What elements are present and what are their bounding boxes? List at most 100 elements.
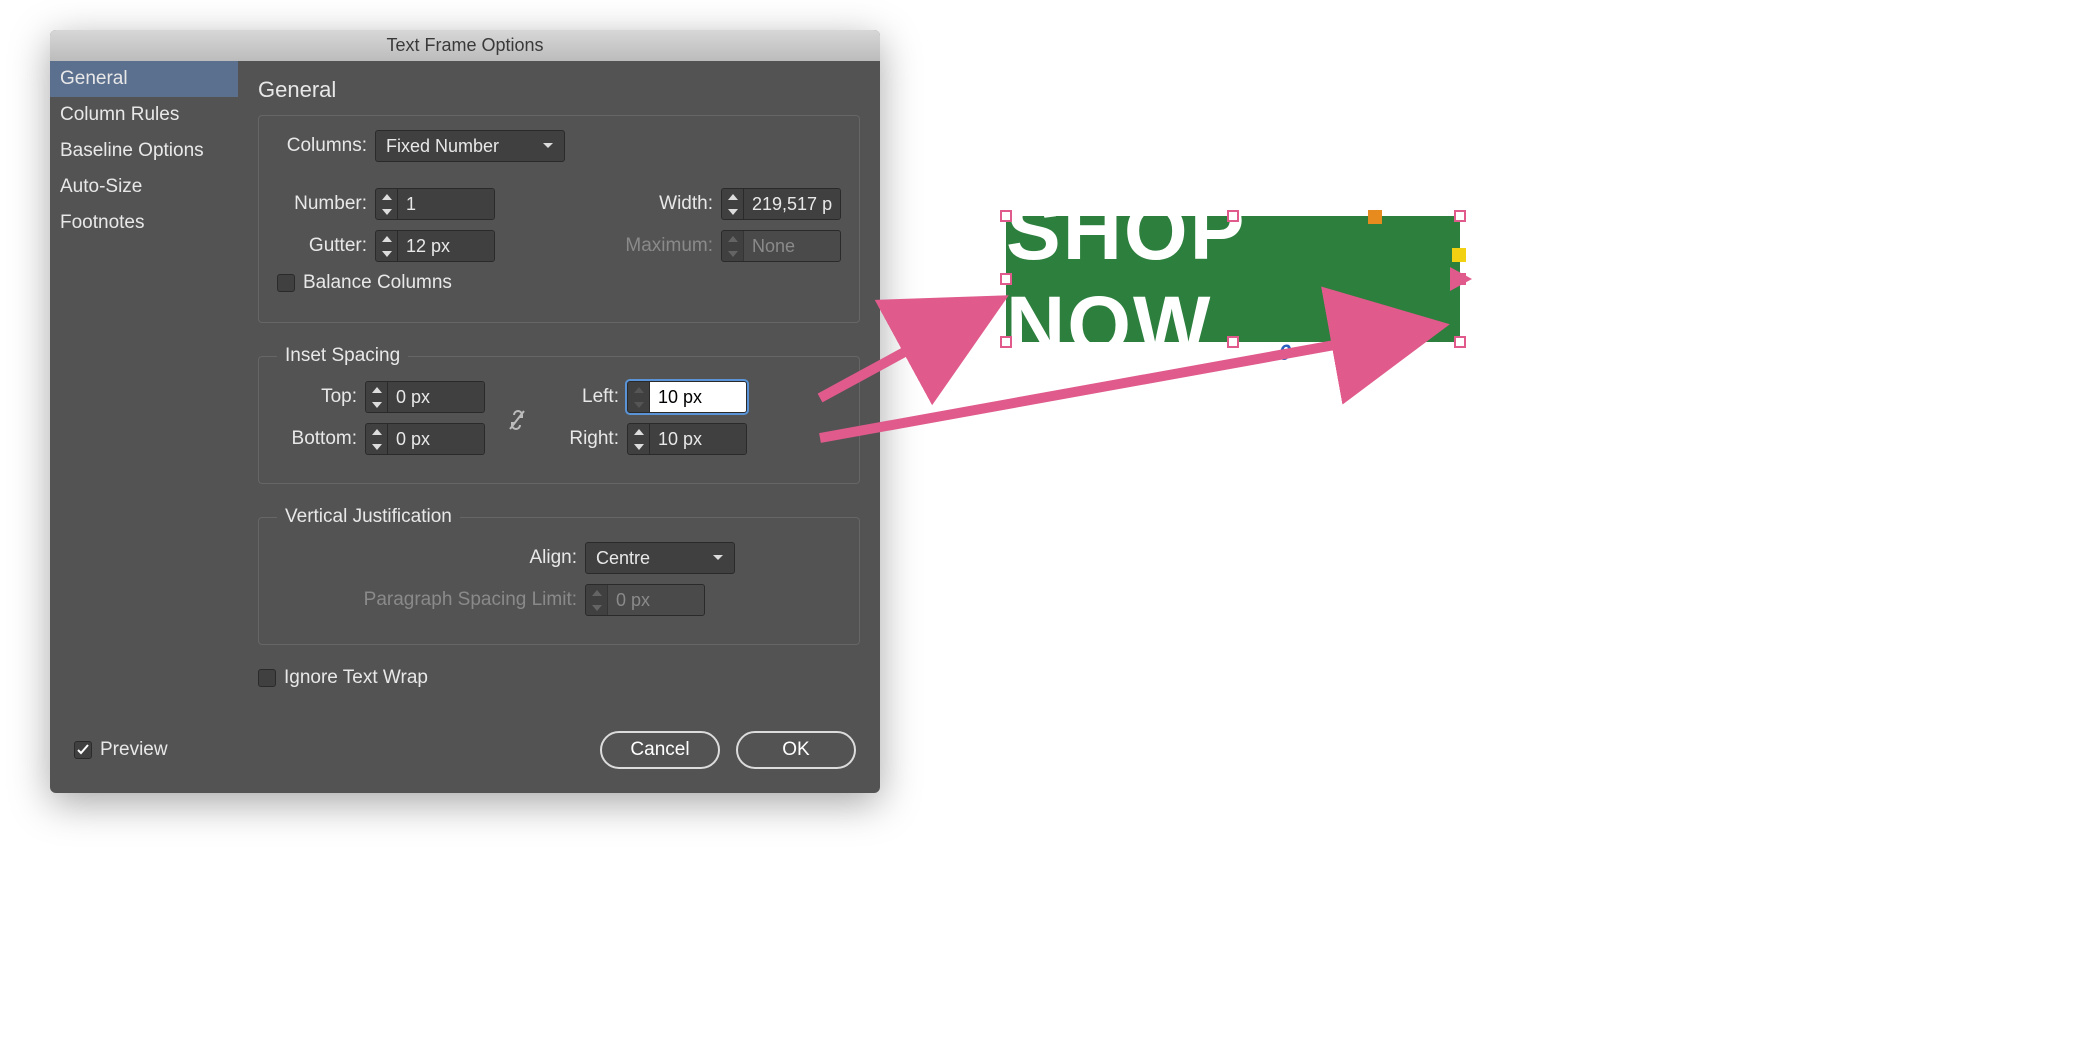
chevron-up-icon[interactable] (722, 189, 743, 204)
chevron-down-icon[interactable] (376, 204, 397, 219)
columns-label: Columns: (277, 135, 367, 157)
checkbox-box[interactable] (258, 669, 276, 687)
selection-handle[interactable] (1227, 336, 1239, 348)
right-label: Right: (549, 428, 619, 450)
chevron-up-icon[interactable] (376, 231, 397, 246)
align-label: Align: (277, 547, 577, 569)
cancel-button[interactable]: Cancel (600, 731, 720, 769)
thread-badge: 0 (1279, 340, 1291, 366)
stepper-buttons[interactable] (376, 189, 398, 219)
selection-handle[interactable] (1454, 336, 1466, 348)
overset-arrow-icon (1450, 267, 1472, 291)
dialog-title: Text Frame Options (50, 30, 880, 61)
reference-point-icon[interactable] (1368, 210, 1382, 224)
chevron-down-icon[interactable] (722, 204, 743, 219)
canvas-preview: SHOP NOW 0 (1000, 210, 1480, 348)
chevron-up-icon[interactable] (628, 382, 649, 397)
columns-group: Columns: Fixed Number Number: (258, 115, 860, 323)
inset-legend: Inset Spacing (277, 345, 408, 367)
link-unlinked-icon[interactable] (507, 408, 527, 438)
selection-handle[interactable] (1454, 210, 1466, 222)
balance-columns-label: Balance Columns (303, 272, 452, 294)
chevron-down-icon (712, 552, 724, 564)
inset-spacing-group: Inset Spacing Top: (258, 345, 860, 484)
selection-handle[interactable] (1000, 210, 1012, 222)
left-label: Left: (549, 386, 619, 408)
selection-handle[interactable] (1000, 273, 1012, 285)
sidebar-item-baseline-options[interactable]: Baseline Options (50, 133, 238, 169)
width-stepper[interactable] (721, 188, 841, 220)
selection-handle[interactable] (1000, 336, 1012, 348)
number-label: Number: (277, 193, 367, 215)
sidebar-item-footnotes[interactable]: Footnotes (50, 205, 238, 241)
stepper-buttons[interactable] (376, 231, 398, 261)
inset-top-stepper[interactable] (365, 381, 485, 413)
chevron-up-icon[interactable] (366, 424, 387, 439)
chevron-up-icon (586, 585, 607, 600)
stepper-buttons[interactable] (366, 424, 388, 454)
top-label: Top: (277, 386, 357, 408)
inset-left-stepper[interactable] (627, 381, 747, 413)
align-value: Centre (596, 548, 650, 569)
number-stepper[interactable] (375, 188, 495, 220)
checkbox-box[interactable] (277, 274, 295, 292)
check-icon (77, 744, 89, 756)
balance-columns-checkbox[interactable]: Balance Columns (277, 272, 452, 294)
chevron-down-icon[interactable] (628, 397, 649, 412)
chevron-down-icon[interactable] (366, 439, 387, 454)
width-input[interactable] (744, 189, 840, 219)
preview-label: Preview (100, 739, 168, 761)
ignore-text-wrap-label: Ignore Text Wrap (284, 667, 428, 689)
inset-right-input[interactable] (650, 424, 746, 454)
inset-bottom-input[interactable] (388, 424, 484, 454)
ignore-text-wrap-checkbox[interactable]: Ignore Text Wrap (258, 667, 428, 689)
gutter-input[interactable] (398, 231, 494, 261)
sidebar-item-column-rules[interactable]: Column Rules (50, 97, 238, 133)
text-frame-content: SHOP NOW (1006, 216, 1460, 342)
checkbox-box[interactable] (74, 741, 92, 759)
inset-bottom-stepper[interactable] (365, 423, 485, 455)
chevron-down-icon (586, 600, 607, 615)
columns-mode-select[interactable]: Fixed Number (375, 130, 565, 162)
dialog-footer: Preview Cancel OK (50, 713, 880, 793)
chevron-down-icon[interactable] (366, 397, 387, 412)
inset-right-stepper[interactable] (627, 423, 747, 455)
columns-mode-value: Fixed Number (386, 136, 499, 157)
stepper-buttons[interactable] (366, 382, 388, 412)
inset-top-input[interactable] (388, 382, 484, 412)
text-frame[interactable]: SHOP NOW 0 (1000, 210, 1466, 348)
dialog-main: General Columns: Fixed Number Number: (238, 61, 880, 713)
psl-label: Paragraph Spacing Limit: (277, 589, 577, 611)
vjust-legend: Vertical Justification (277, 506, 460, 528)
chevron-down-icon (542, 140, 554, 152)
psl-input (608, 585, 704, 615)
align-select[interactable]: Centre (585, 542, 735, 574)
chevron-up-icon[interactable] (376, 189, 397, 204)
number-input[interactable] (398, 189, 494, 219)
psl-stepper (585, 584, 705, 616)
gutter-stepper[interactable] (375, 230, 495, 262)
chevron-up-icon[interactable] (628, 424, 649, 439)
chevron-up-icon (722, 231, 743, 246)
chevron-down-icon[interactable] (628, 439, 649, 454)
sidebar-item-general[interactable]: General (50, 61, 238, 97)
maximum-input (744, 231, 840, 261)
stepper-buttons (586, 585, 608, 615)
chevron-up-icon[interactable] (366, 382, 387, 397)
vertical-justification-group: Vertical Justification Align: Centre Par… (258, 506, 860, 645)
stepper-buttons[interactable] (628, 424, 650, 454)
stepper-buttons (722, 231, 744, 261)
sidebar-item-auto-size[interactable]: Auto-Size (50, 169, 238, 205)
chevron-down-icon (722, 246, 743, 261)
ok-button[interactable]: OK (736, 731, 856, 769)
bottom-label: Bottom: (277, 428, 357, 450)
section-heading: General (258, 73, 860, 115)
chevron-down-icon[interactable] (376, 246, 397, 261)
reference-point-icon[interactable] (1452, 248, 1466, 262)
stepper-buttons[interactable] (628, 382, 650, 412)
gutter-label: Gutter: (277, 235, 367, 257)
selection-handle[interactable] (1227, 210, 1239, 222)
preview-checkbox[interactable]: Preview (74, 739, 168, 761)
stepper-buttons[interactable] (722, 189, 744, 219)
inset-left-input[interactable] (650, 382, 746, 412)
